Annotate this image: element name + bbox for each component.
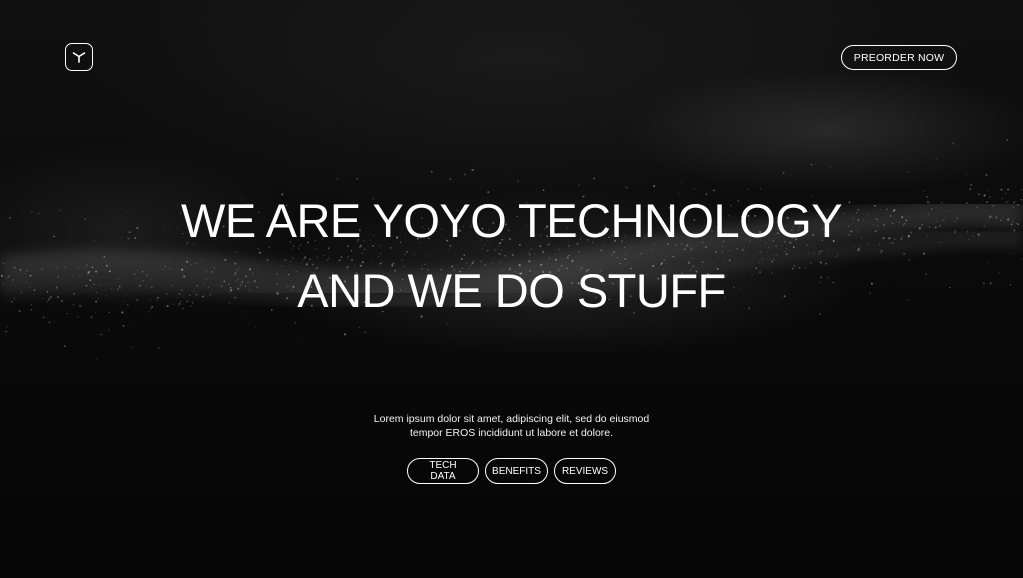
particle-dot bbox=[108, 329, 110, 331]
particle-dot bbox=[254, 326, 256, 329]
particle-dot bbox=[336, 178, 339, 180]
hero-headline-line-1: WE ARE YOYO TECHNOLOGY bbox=[180, 194, 843, 247]
particle-dot bbox=[323, 180, 325, 182]
particle-dot bbox=[6, 326, 8, 328]
particle-dot bbox=[344, 333, 347, 336]
particle-dot bbox=[449, 178, 452, 180]
particle-dot bbox=[290, 343, 292, 345]
hero-description-line-2: tempor EROS incididunt ut labore et dolo… bbox=[409, 427, 614, 439]
particle-dot bbox=[359, 327, 361, 329]
benefits-button[interactable]: BENEFITS bbox=[485, 458, 548, 484]
particle-dot bbox=[829, 167, 831, 169]
particle-dot bbox=[985, 173, 988, 177]
preorder-now-button[interactable]: PREORDER NOW bbox=[841, 45, 957, 70]
particle-dot bbox=[186, 340, 188, 342]
particle-dot bbox=[298, 336, 300, 338]
reviews-button[interactable]: REVIEWS bbox=[554, 458, 616, 484]
hero-headline: WE ARE YOYO TECHNOLOGY AND WE DO STUFF bbox=[0, 186, 1023, 326]
particle-dot bbox=[935, 157, 938, 160]
particle-dot bbox=[158, 346, 160, 349]
particle-dot bbox=[107, 364, 109, 366]
particle-dot bbox=[952, 142, 955, 145]
particle-dot bbox=[5, 330, 7, 333]
section-nav: TECH DATA BENEFITS REVIEWS bbox=[0, 458, 1023, 484]
hero-headline-line-2: AND WE DO STUFF bbox=[297, 264, 726, 317]
particle-dot bbox=[1006, 138, 1009, 141]
particle-dot bbox=[505, 173, 507, 175]
particle-dot bbox=[127, 335, 129, 337]
particle-dot bbox=[364, 331, 366, 333]
hero-description: Lorem ipsum dolor sit amet, adipiscing e… bbox=[0, 412, 1023, 440]
particle-dot bbox=[907, 171, 909, 173]
particle-dot bbox=[64, 345, 66, 348]
particle-dot bbox=[42, 352, 44, 355]
particle-dot bbox=[810, 164, 813, 166]
particle-dot bbox=[593, 177, 596, 180]
y-glyph-icon bbox=[72, 52, 86, 63]
particle-dot bbox=[431, 170, 433, 173]
hero-section: PREORDER NOW WE ARE YOYO TECHNOLOGY AND … bbox=[0, 0, 1023, 578]
particle-dot bbox=[95, 358, 98, 360]
particle-dot bbox=[100, 333, 103, 336]
particle-dot bbox=[856, 165, 858, 167]
particle-dot bbox=[463, 173, 466, 176]
tech-data-button[interactable]: TECH DATA bbox=[407, 458, 479, 484]
hero-description-line-1: Lorem ipsum dolor sit amet, adipiscing e… bbox=[373, 413, 650, 425]
particle-dot bbox=[966, 173, 968, 175]
particle-dot bbox=[356, 178, 358, 180]
particle-dot bbox=[782, 171, 785, 174]
particle-dot bbox=[471, 169, 474, 172]
particle-dot bbox=[681, 181, 683, 184]
yoyo-logo-icon[interactable] bbox=[65, 43, 93, 71]
particle-dot bbox=[517, 180, 519, 182]
particle-dot bbox=[131, 346, 134, 349]
